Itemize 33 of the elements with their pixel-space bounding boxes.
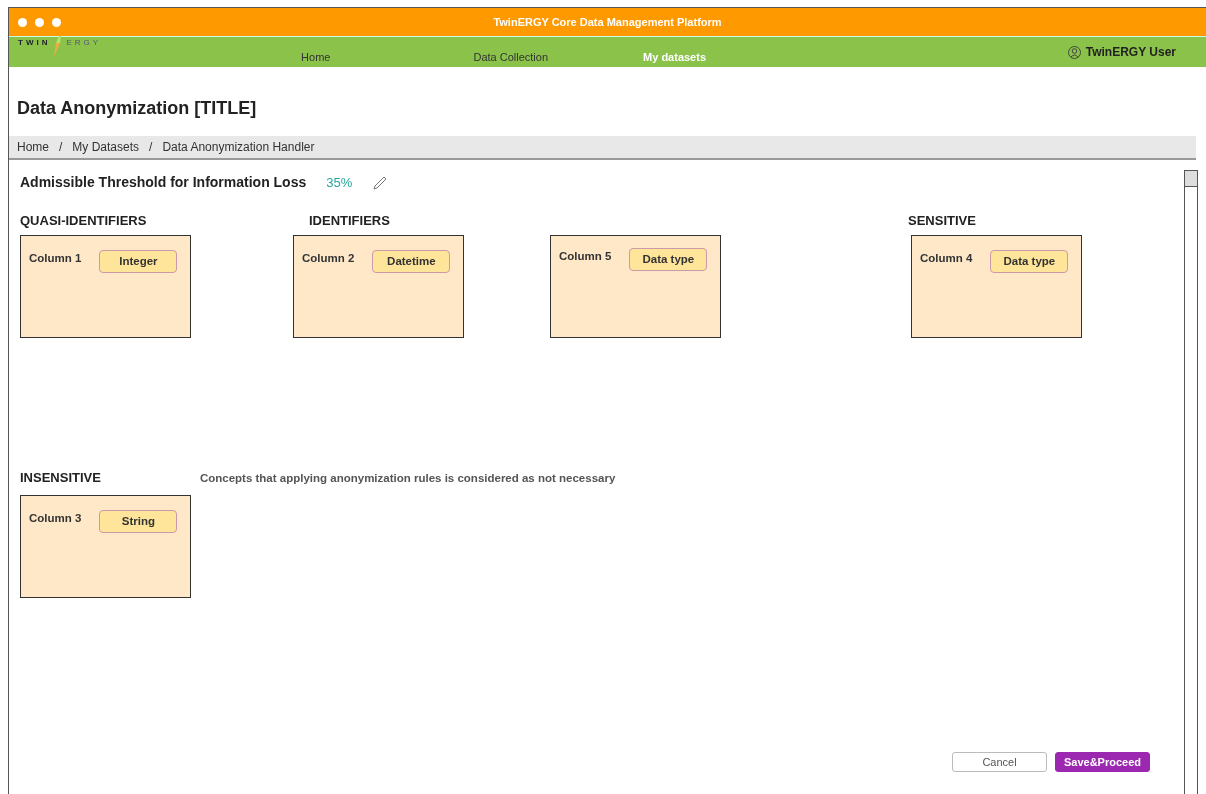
breadcrumb-separator: / bbox=[59, 139, 63, 156]
section-heading: INSENSITIVE bbox=[20, 470, 101, 486]
threshold-label: Admissible Threshold for Information Loss bbox=[20, 173, 307, 192]
save-button[interactable]: Save&Proceed bbox=[1055, 751, 1150, 773]
section-note: Concepts that applying anonymization rules is considered as not necessary bbox=[199, 470, 616, 486]
window-title: TwinERGY Core Data Management Platform bbox=[493, 14, 722, 30]
column-name: Column 2 bbox=[302, 250, 355, 266]
logo-text: ERGY bbox=[66, 37, 102, 49]
section-heading: SENSITIVE bbox=[908, 213, 977, 229]
threshold-value: 35% bbox=[326, 173, 353, 192]
column-name: Column 1 bbox=[29, 250, 82, 266]
breadcrumb-item[interactable]: My Datasets bbox=[72, 138, 140, 156]
user-name[interactable]: TwinERGY User bbox=[1085, 43, 1176, 61]
section-heading: QUASI-IDENTIFIERS bbox=[20, 213, 148, 229]
type-tag: String bbox=[99, 509, 178, 534]
type-tag: Data type bbox=[629, 247, 708, 271]
column-name: Column 5 bbox=[559, 248, 612, 264]
column-name: Column 4 bbox=[920, 250, 973, 266]
user-icon bbox=[1067, 45, 1081, 59]
type-tag: Data type bbox=[990, 249, 1069, 273]
type-tag: Integer bbox=[99, 249, 178, 273]
type-tag: Datetime bbox=[372, 249, 451, 273]
logo-text: TWIN bbox=[18, 37, 51, 49]
breadcrumb-item[interactable]: Home bbox=[17, 138, 49, 156]
cancel-button[interactable]: Cancel bbox=[952, 751, 1047, 773]
edit-icon[interactable] bbox=[372, 174, 389, 191]
breadcrumb-separator: / bbox=[149, 139, 153, 156]
section-heading: IDENTIFIERS bbox=[309, 213, 391, 229]
page-title: Data Anonymization [TITLE] bbox=[17, 97, 258, 120]
breadcrumb-item: Data Anonymization Handler bbox=[162, 139, 315, 156]
nav-link[interactable]: Data Collection bbox=[473, 48, 549, 67]
nav-link[interactable]: Home bbox=[301, 48, 331, 67]
column-name: Column 3 bbox=[29, 510, 82, 526]
